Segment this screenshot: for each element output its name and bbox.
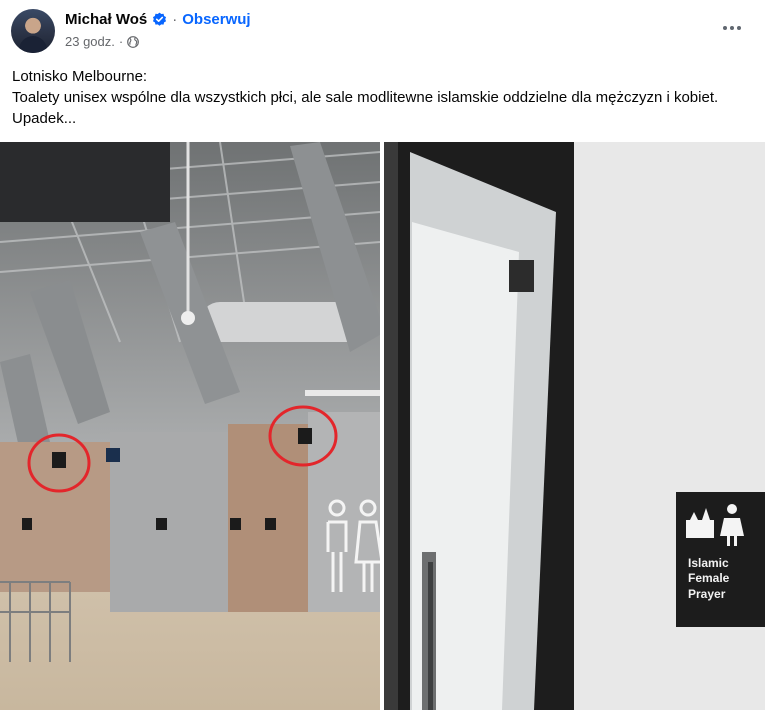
post-body: Lotnisko Melbourne: Toalety unisex wspól… [12, 66, 757, 129]
author-line: Michał Woś · Obserwuj [65, 11, 251, 28]
sign-text-line-1: Islamic [688, 556, 729, 570]
post-timestamp[interactable]: 23 godz. [65, 34, 115, 49]
post-text-line: Toalety unisex wspólne dla wszystkich pł… [12, 89, 719, 127]
follow-button[interactable]: Obserwuj [182, 11, 250, 28]
photo-prayer-room-door[interactable]: Islamic Female Prayer [384, 142, 765, 710]
sign-text-line-3: Prayer [688, 587, 726, 601]
post-text-line: Lotnisko Melbourne: [12, 68, 148, 85]
post-header: Michał Woś · Obserwuj 23 godz. · [0, 0, 765, 58]
prayer-room-door-illustration: Islamic Female Prayer [384, 142, 765, 710]
more-options-icon[interactable] [718, 17, 746, 39]
separator-dot: · [172, 11, 178, 28]
author-name[interactable]: Michał Woś [65, 11, 147, 28]
post-meta: 23 godz. · [65, 34, 140, 49]
sign-text-line-2: Female [688, 571, 730, 585]
author-avatar[interactable] [11, 9, 55, 53]
verified-badge-icon [153, 12, 167, 26]
meta-separator: · [118, 34, 124, 49]
globe-icon[interactable] [127, 35, 140, 48]
airport-hall-illustration [0, 142, 380, 710]
photo-airport-hall[interactable] [0, 142, 380, 710]
